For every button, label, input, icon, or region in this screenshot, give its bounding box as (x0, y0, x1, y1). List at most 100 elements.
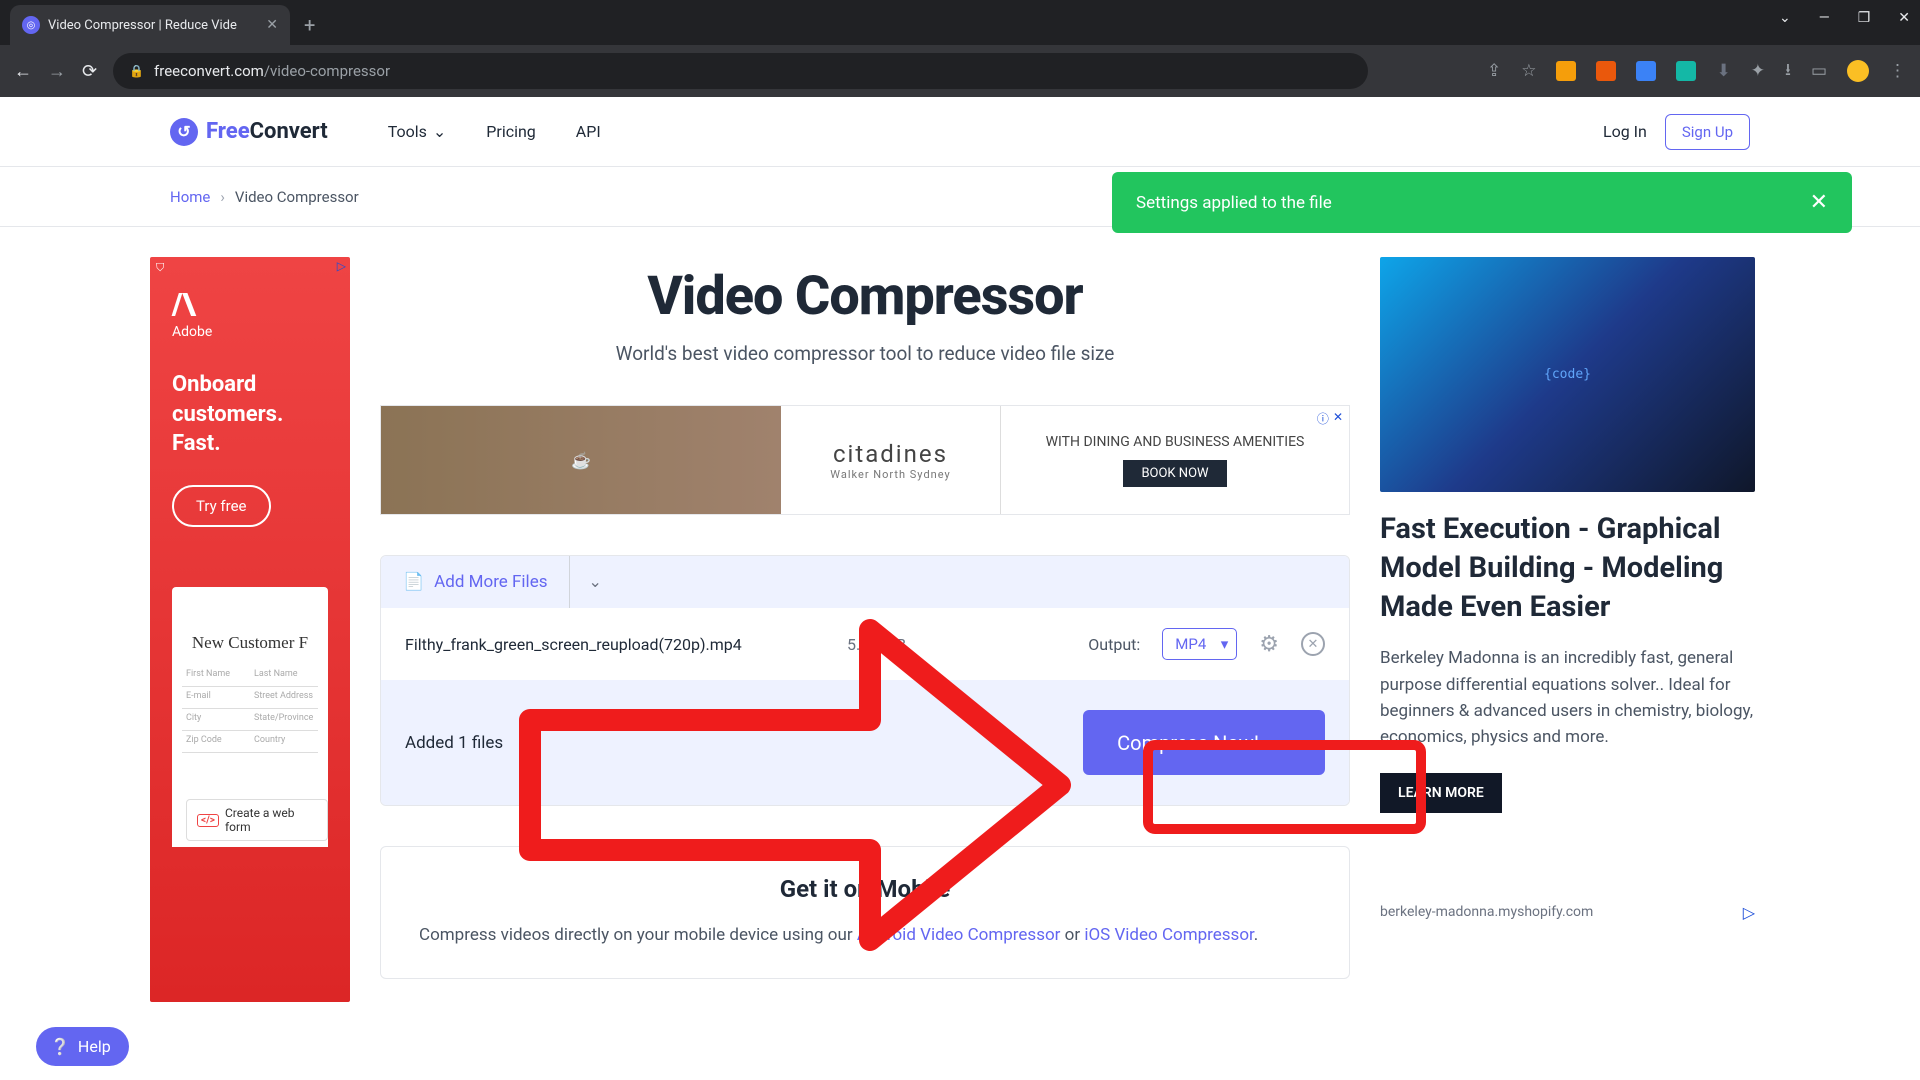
inline-ad[interactable]: ☕ citadines Walker North Sydney WITH DIN… (380, 405, 1350, 515)
add-more-label: Add More Files (434, 572, 547, 592)
adchoices-icon[interactable]: ▷ (1743, 903, 1755, 922)
page-subtitle: World's best video compressor tool to re… (380, 342, 1350, 365)
lock-icon: 🔒 (129, 64, 144, 78)
main-content: Video Compressor World's best video comp… (380, 257, 1350, 1002)
compress-label: Compress Now! (1117, 731, 1259, 755)
ad-brand: Adobe (172, 324, 328, 340)
reload-icon[interactable]: ⟳ (82, 61, 97, 82)
tab-search-icon[interactable]: ⌄ (1779, 10, 1791, 26)
bookmark-star-icon[interactable]: ☆ (1521, 61, 1536, 81)
close-window-icon[interactable]: ✕ (1898, 10, 1910, 26)
extension-icon[interactable] (1556, 61, 1576, 81)
help-question-icon: ❔ (50, 1037, 70, 1056)
output-format-select[interactable]: MP4 (1162, 628, 1237, 660)
logo-text-convert: Convert (250, 119, 328, 144)
tab-title: Video Compressor | Reduce Vide (48, 18, 258, 33)
signup-button[interactable]: Sign Up (1665, 114, 1750, 150)
browser-toolbar: ← → ⟳ 🔒 freeconvert.com/video-compressor… (0, 45, 1920, 97)
right-ad-image[interactable]: {code} (1380, 257, 1755, 492)
mobile-title: Get it on Mobile (419, 875, 1311, 903)
file-plus-icon: 📄 (403, 572, 424, 592)
extension-icon[interactable] (1636, 61, 1656, 81)
toast-message: Settings applied to the file (1136, 193, 1332, 213)
panel-footer: Added 1 files Compress Now! → (381, 680, 1349, 805)
mock-field: Last Name (250, 665, 318, 686)
mock-field: Country (250, 731, 318, 752)
address-bar[interactable]: 🔒 freeconvert.com/video-compressor (113, 53, 1368, 89)
share-icon[interactable]: ⇪ (1487, 61, 1501, 81)
nav-menu: Tools ⌄ Pricing API (388, 122, 601, 141)
minimize-icon[interactable]: — (1819, 10, 1830, 26)
tab-favicon-icon: ◎ (22, 16, 40, 34)
profile-avatar-icon[interactable] (1847, 60, 1869, 82)
site-header: ↺ FreeConvert Tools ⌄ Pricing API Log In… (0, 97, 1920, 167)
chevron-right-icon: › (220, 188, 225, 206)
ad-image: ☕ (381, 406, 781, 514)
add-more-files-button[interactable]: 📄 Add More Files (381, 556, 569, 608)
site-logo[interactable]: ↺ FreeConvert (170, 118, 328, 146)
sidebar-ad[interactable]: ⛉ ▷ /\ Adobe Onboard customers. Fast. Tr… (150, 257, 350, 1002)
adobe-logo-icon: /\ (172, 287, 328, 322)
extension-icon[interactable] (1676, 61, 1696, 81)
new-tab-button[interactable]: + (304, 13, 315, 37)
login-link[interactable]: Log In (1603, 122, 1647, 141)
logo-text-free: Free (206, 119, 250, 144)
maximize-icon[interactable]: ❐ (1858, 10, 1871, 26)
browser-tab[interactable]: ◎ Video Compressor | Reduce Vide ✕ (10, 5, 290, 45)
ad-headline: Onboard customers. Fast. (172, 370, 328, 459)
url-path: /video-compressor (264, 62, 390, 80)
help-widget[interactable]: ❔ Help (36, 1027, 129, 1066)
ad-mock-form: New Customer F First NameLast Name E-mai… (172, 587, 328, 847)
browser-chrome: ◎ Video Compressor | Reduce Vide ✕ + ⌄ —… (0, 0, 1920, 97)
right-ad-cta-button[interactable]: LEARN MORE (1380, 773, 1502, 813)
page-title: Video Compressor (380, 265, 1350, 328)
downloads-icon[interactable]: ⭳ (1785, 57, 1791, 86)
ad-brand-sub: Walker North Sydney (830, 468, 950, 481)
window-controls: ⌄ — ❐ ✕ (1779, 10, 1910, 26)
file-panel: 📄 Add More Files ⌄ Filthy_frank_green_sc… (380, 555, 1350, 806)
tab-strip: ◎ Video Compressor | Reduce Vide ✕ + (0, 0, 1920, 45)
mock-field: E-mail (182, 687, 250, 708)
added-count-text: Added 1 files (405, 733, 503, 753)
extensions-puzzle-icon[interactable]: ✦ (1751, 61, 1765, 81)
ad-cta-button[interactable]: BOOK NOW (1123, 460, 1226, 487)
mobile-text-a: Compress videos directly on your mobile … (419, 925, 857, 945)
ad-brand-name: citadines (833, 440, 948, 468)
mobile-text: Compress videos directly on your mobile … (419, 921, 1311, 950)
ad-info-icon[interactable]: ⓘ (1317, 410, 1329, 427)
mock-field: Street Address (250, 687, 318, 708)
toast-notification: Settings applied to the file ✕ (1112, 172, 1852, 233)
android-link[interactable]: Android Video Compressor (857, 925, 1061, 945)
nav-tools[interactable]: Tools ⌄ (388, 122, 447, 141)
ad-cta-button[interactable]: Try free (172, 485, 271, 527)
mock-field: First Name (182, 665, 250, 686)
right-ad-url-text[interactable]: berkeley-madonna.myshopify.com (1380, 904, 1593, 920)
chevron-down-icon: ⌄ (433, 122, 446, 141)
reading-list-icon[interactable]: ▭ (1811, 61, 1827, 81)
arrow-right-icon: → (1271, 730, 1291, 755)
add-more-dropdown[interactable]: ⌄ (569, 556, 619, 608)
adchoices-icon[interactable]: ▷ (337, 259, 346, 273)
back-icon[interactable]: ← (14, 61, 32, 82)
right-ad-title: Fast Execution - Graphical Model Buildin… (1380, 510, 1755, 627)
settings-gear-icon[interactable]: ⚙ (1259, 632, 1279, 657)
kebab-menu-icon[interactable]: ⋮ (1889, 61, 1906, 81)
ios-link[interactable]: iOS Video Compressor (1084, 925, 1253, 945)
breadcrumb-home[interactable]: Home (170, 188, 210, 206)
tab-close-icon[interactable]: ✕ (266, 17, 278, 33)
add-more-bar: 📄 Add More Files ⌄ (381, 556, 1349, 608)
compress-now-button[interactable]: Compress Now! → (1083, 710, 1325, 775)
file-size: 5.86 MB (847, 635, 937, 654)
download-arrow-icon[interactable]: ⬇ (1716, 61, 1730, 81)
right-ad-url: berkeley-madonna.myshopify.com ▷ (1380, 903, 1755, 922)
ad-close-icon[interactable]: ✕ (1333, 410, 1343, 427)
forward-icon[interactable]: → (48, 61, 66, 82)
nav-api[interactable]: API (576, 122, 601, 141)
toast-close-icon[interactable]: ✕ (1810, 190, 1828, 215)
output-label: Output: (1088, 635, 1140, 654)
help-label: Help (78, 1037, 111, 1056)
remove-file-icon[interactable]: ✕ (1301, 632, 1325, 656)
nav-pricing[interactable]: Pricing (486, 122, 536, 141)
file-name: Filthy_frank_green_screen_reupload(720p)… (405, 635, 825, 654)
metamask-icon[interactable] (1596, 61, 1616, 81)
